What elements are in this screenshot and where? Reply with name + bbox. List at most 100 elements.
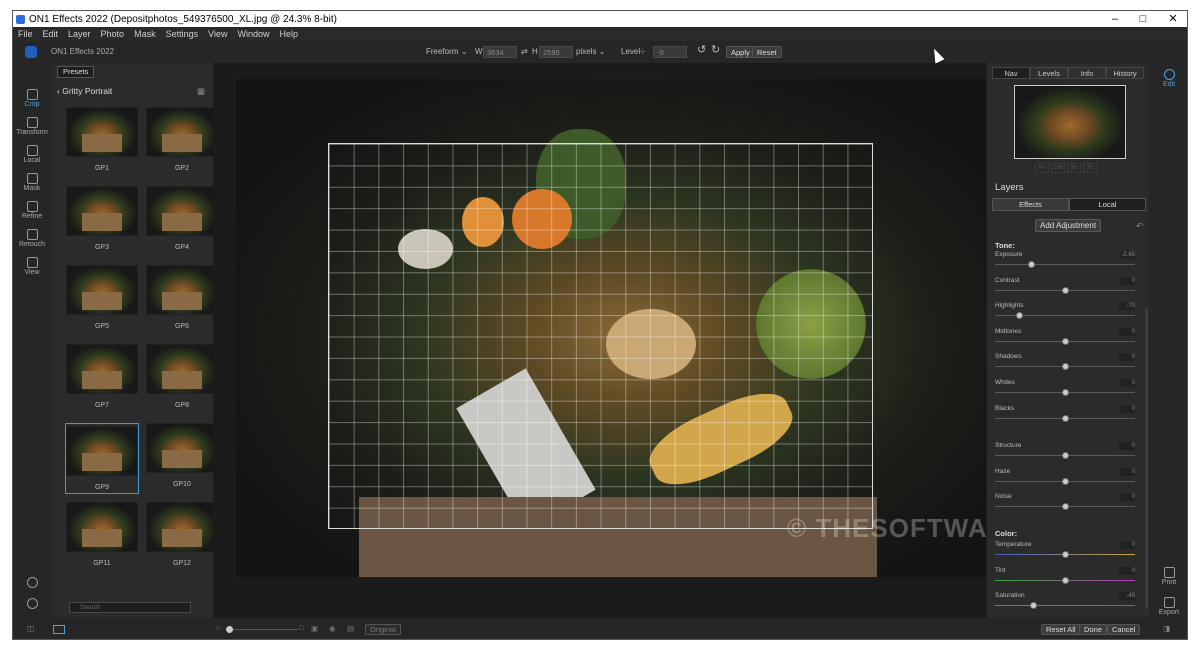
slider-value[interactable]: 0 [1119,379,1135,387]
preset-thumbnail[interactable]: GP5 [65,265,139,330]
slider-value[interactable]: 0 [1119,493,1135,502]
preset-thumbnail[interactable]: GP10 [145,423,219,488]
module-export[interactable]: Export [1149,597,1187,616]
crop-mode-dropdown[interactable]: Freeform ⌄ [426,46,467,58]
tab-levels[interactable]: Levels [1030,67,1068,79]
slider-saturation[interactable]: Saturation -45 [995,592,1135,618]
mask-view-icon[interactable]: ◉ [329,624,336,635]
swap-dimensions-icon[interactable]: ⇄ [521,46,528,58]
menu-file[interactable]: File [13,29,38,39]
grid-view-icon[interactable]: ▦ [197,83,205,99]
slider-knob[interactable] [1015,312,1023,320]
slider-knob[interactable] [1062,414,1069,422]
zoom-25-button[interactable]: 25 [1083,163,1097,173]
preset-thumbnail[interactable]: GP9 [65,423,139,494]
add-adjustment-button[interactable]: Add Adjustment [1035,219,1102,232]
apply-button[interactable]: Apply [726,46,755,58]
zoom-50-button[interactable]: 50 [1067,163,1081,173]
rotate-right-icon[interactable]: ↻ [711,44,720,56]
slider-temperature[interactable]: Temperature 0 [995,541,1135,567]
preset-thumbnail[interactable]: GP1 [65,107,139,172]
slider-value[interactable]: 0 [1119,353,1135,362]
level-input[interactable]: -0 [653,46,687,58]
help-button[interactable] [13,598,51,610]
preset-thumbnail[interactable]: GP11 [65,502,139,567]
preview-icon[interactable]: ▤ [347,624,354,635]
preset-search-input[interactable]: Search [69,602,191,613]
module-edit[interactable]: Edit [1149,69,1187,88]
slider-value[interactable]: 0 [1119,276,1135,285]
menu-photo[interactable]: Photo [96,29,130,39]
menu-help[interactable]: Help [275,29,304,39]
tab-effects[interactable]: Effects [992,198,1069,211]
zoom-slider[interactable] [228,629,298,630]
slider-knob[interactable] [1062,452,1069,460]
tool-mask[interactable]: Mask [13,173,51,192]
zoom-in-icon[interactable]: □ [299,624,303,635]
slider-knob[interactable] [1062,503,1069,511]
slider-knob[interactable] [1062,477,1069,485]
preset-thumbnail[interactable]: GP7 [65,344,139,409]
panel-scrollbar[interactable] [1145,309,1148,609]
slider-value[interactable]: 0 [1119,404,1135,413]
slider-exposure[interactable]: Exposure -2.65 [995,251,1135,277]
maximize-button[interactable]: □ [1129,11,1157,27]
tab-info[interactable]: Info [1068,67,1106,79]
preset-thumbnail[interactable]: GP6 [145,265,219,330]
presets-button[interactable]: Presets [57,66,95,78]
image-canvas[interactable]: © THESOFTWARE.SHOP [213,63,1111,618]
slider-track[interactable] [995,264,1135,265]
navigator-preview[interactable] [1014,85,1126,159]
zoom-slider-knob[interactable] [226,626,233,633]
toggle-left-panel-icon[interactable]: ◫ [27,624,34,635]
menu-view[interactable]: View [203,29,232,39]
slider-track[interactable] [995,605,1135,607]
slider-knob[interactable] [1029,602,1037,610]
slider-haze[interactable]: Haze 0 [995,467,1135,494]
menu-mask[interactable]: Mask [129,29,161,39]
level-tool-icon[interactable]: ⊹ [639,46,646,58]
zoom-fit-button[interactable]: Fit [1035,163,1049,173]
slider-contrast[interactable]: Contrast 0 [995,276,1135,303]
slider-knob[interactable] [1062,576,1069,584]
slider-blacks[interactable]: Blacks 0 [995,404,1135,431]
tool-retouch[interactable]: Retouch [13,229,51,248]
single-view-icon[interactable] [53,625,65,634]
tool-view[interactable]: View [13,257,51,276]
width-input[interactable]: 3634 [483,46,517,58]
tool-transform[interactable]: Transform [13,117,51,136]
zoom-100-button[interactable]: 100 [1051,163,1065,173]
slider-value[interactable]: 0 [1119,541,1135,549]
preset-thumbnail[interactable]: GP8 [145,344,219,409]
slider-value[interactable]: 0 [1119,442,1135,451]
tab-local[interactable]: Local [1069,198,1146,211]
menu-settings[interactable]: Settings [161,29,204,39]
menu-window[interactable]: Window [232,29,274,39]
slider-shadows[interactable]: Shadows 0 [995,353,1135,379]
tool-crop[interactable]: Crop [13,89,51,108]
preset-thumbnail[interactable]: GP3 [65,186,139,251]
slider-knob[interactable] [1062,389,1069,396]
tool-local[interactable]: Local [13,145,51,164]
account-button[interactable] [13,577,51,589]
slider-tint[interactable]: Tint 0 [995,566,1135,593]
zoom-out-icon[interactable]: □ [216,624,220,635]
rotate-left-icon[interactable]: ↺ [697,44,706,56]
reset-adjustment-icon[interactable]: ↶ [1136,221,1144,232]
slider-value[interactable]: 0 [1119,566,1135,575]
preset-thumbnail[interactable]: GP4 [145,186,219,251]
slider-knob[interactable] [1062,337,1069,345]
crop-overlay[interactable] [328,143,873,529]
tab-history[interactable]: History [1106,67,1144,79]
slider-value[interactable]: -45 [1119,592,1135,601]
slider-knob[interactable] [1028,261,1036,268]
units-dropdown[interactable]: pixels ⌄ [576,46,605,58]
toggle-right-panel-icon[interactable]: ◨ [1163,624,1170,635]
module-print[interactable]: Print [1149,567,1187,586]
slider-knob[interactable] [1062,363,1069,371]
close-button[interactable]: ✕ [1159,11,1187,27]
slider-highlights[interactable]: Highlights -70 [995,302,1135,328]
height-input[interactable]: 2595 [539,46,573,58]
cancel-button[interactable]: Cancel [1107,624,1141,635]
slider-value[interactable]: -70 [1119,302,1135,311]
